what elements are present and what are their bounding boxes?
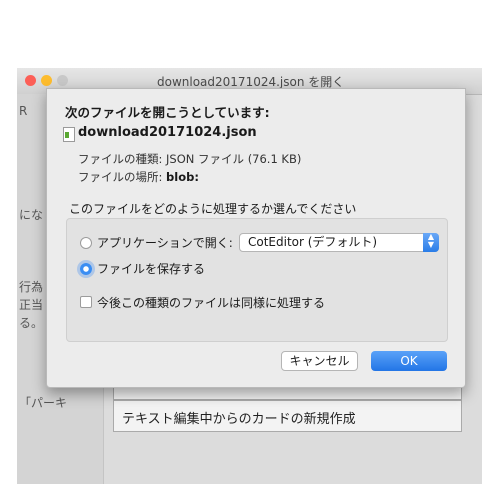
bg-fragment: 正当 [19, 298, 44, 312]
chevron-updown-icon: ▲ ▼ [423, 233, 439, 252]
bg-fragment: R [19, 104, 28, 118]
file-type-row: ファイルの種類: JSON ファイル (76.1 KB) [78, 151, 301, 167]
remember-label[interactable]: 今後この種類のファイルは同様に処理する [97, 294, 325, 311]
file-location-label: ファイルの場所: [78, 170, 163, 184]
save-file-label[interactable]: ファイルを保存する [97, 260, 205, 277]
file-location-value: blob: [166, 170, 199, 184]
remember-checkbox[interactable] [80, 296, 92, 308]
bg-fragment: る。 [19, 316, 44, 330]
application-select[interactable]: CotEditor (デフォルト) ▲ ▼ [239, 233, 439, 252]
open-file-dialog: 次のファイルを開こうとしています: download20171024.json … [46, 88, 466, 388]
open-with-label[interactable]: アプリケーションで開く: [97, 234, 233, 251]
file-type-label: ファイルの種類: [78, 152, 163, 166]
application-select-value: CotEditor (デフォルト) [248, 235, 378, 249]
save-file-radio[interactable] [80, 263, 92, 275]
file-location-row: ファイルの場所: blob: [78, 169, 199, 185]
zoom-window-button[interactable] [57, 75, 68, 86]
bg-fragment: 「パーキ [19, 396, 68, 410]
json-file-icon [63, 127, 75, 142]
bg-bottom-text: テキスト編集中からのカードの新規作成 [122, 412, 356, 427]
dialog-heading: 次のファイルを開こうとしています: [65, 105, 270, 120]
bg-fragment: にな [19, 208, 44, 222]
file-name: download20171024.json [78, 125, 257, 140]
ok-button[interactable]: OK [371, 351, 447, 371]
file-type-value: JSON ファイル (76.1 KB) [166, 152, 302, 166]
minimize-window-button[interactable] [41, 75, 52, 86]
action-options-group: アプリケーションで開く: CotEditor (デフォルト) ▲ ▼ ファイルを保… [66, 218, 448, 342]
action-question: このファイルをどのように処理するか選んでください [69, 202, 357, 216]
background-row: テキスト編集中からのカードの新規作成 [113, 400, 462, 432]
close-window-button[interactable] [25, 75, 36, 86]
bg-fragment: 行為 [19, 280, 44, 294]
cancel-button[interactable]: キャンセル [281, 351, 358, 371]
open-with-radio[interactable] [80, 237, 92, 249]
